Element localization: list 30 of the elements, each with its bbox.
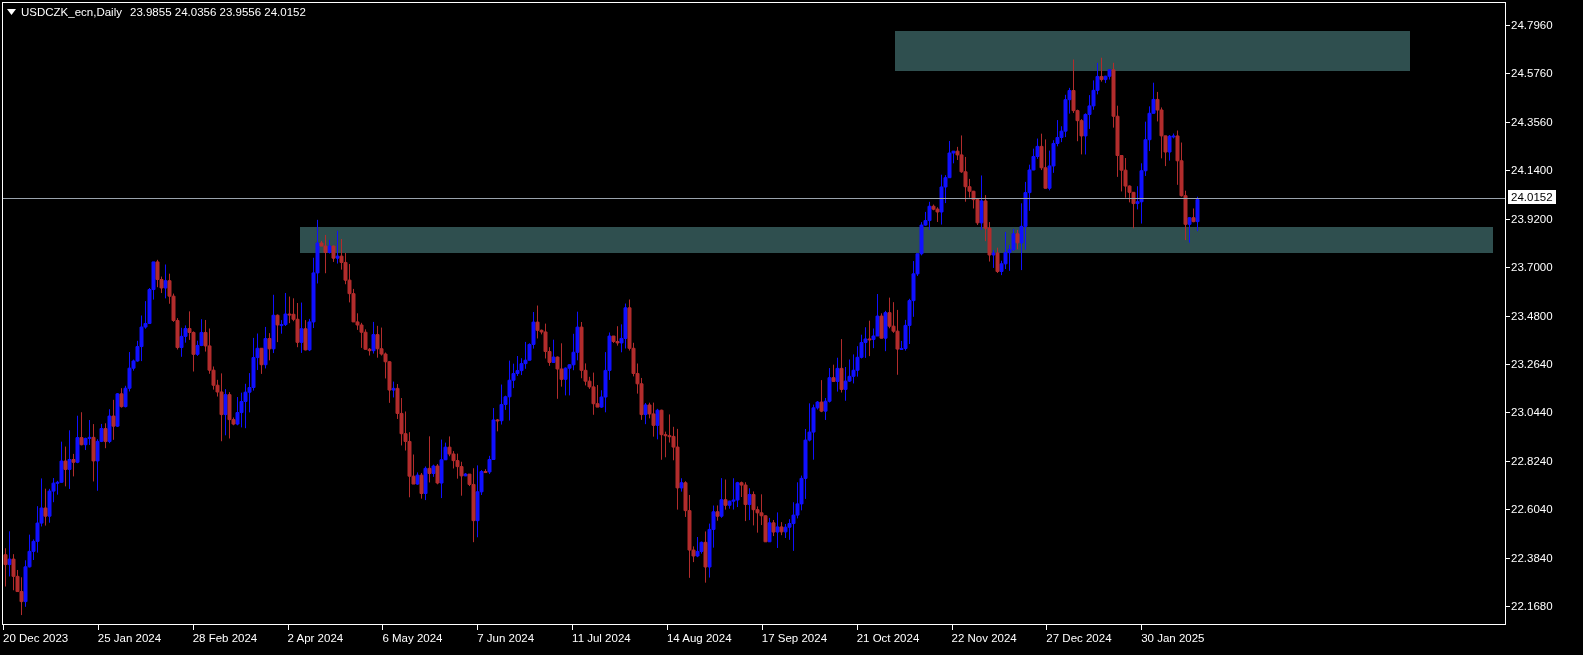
price-label: 23.0440 bbox=[1511, 405, 1553, 420]
price-label: 24.7960 bbox=[1511, 18, 1553, 32]
date-label: 27 Dec 2024 bbox=[1046, 631, 1112, 645]
date-label: 2 Apr 2024 bbox=[287, 631, 344, 645]
triangle-icon[interactable] bbox=[7, 9, 16, 15]
date-label: 7 Jun 2024 bbox=[477, 631, 535, 645]
date-label: 30 Jan 2025 bbox=[1141, 631, 1205, 645]
price-label: 23.2640 bbox=[1511, 356, 1553, 371]
date-label: 6 May 2024 bbox=[382, 631, 443, 645]
price-label: 24.1400 bbox=[1511, 163, 1553, 178]
price-label: 24.3560 bbox=[1511, 114, 1553, 129]
date-label: 20 Dec 2023 bbox=[3, 631, 69, 645]
price-label: 23.4800 bbox=[1511, 308, 1553, 323]
date-label: 21 Oct 2024 bbox=[856, 631, 920, 645]
price-label: 23.9200 bbox=[1511, 211, 1553, 226]
current-price-label: 24.0152 bbox=[1508, 190, 1556, 204]
date-label: 11 Jul 2024 bbox=[572, 631, 631, 645]
symbol-timeframe: USDCZK_ecn,Daily bbox=[21, 6, 122, 18]
price-label: 24.5760 bbox=[1511, 66, 1553, 81]
date-label: 28 Feb 2024 bbox=[192, 631, 258, 645]
price-label: 22.8240 bbox=[1511, 453, 1553, 468]
price-label: 22.6040 bbox=[1511, 502, 1553, 517]
ohlc-values: 23.9855 24.0356 23.9556 24.0152 bbox=[130, 6, 306, 18]
price-label: 23.7000 bbox=[1511, 260, 1553, 275]
price-label: 22.3840 bbox=[1511, 550, 1553, 565]
date-label: 25 Jan 2024 bbox=[97, 631, 162, 645]
date-label: 14 Aug 2024 bbox=[666, 631, 732, 645]
price-label: 22.1680 bbox=[1511, 599, 1553, 614]
date-label: 17 Sep 2024 bbox=[761, 631, 828, 645]
date-label: 22 Nov 2024 bbox=[951, 631, 1017, 645]
